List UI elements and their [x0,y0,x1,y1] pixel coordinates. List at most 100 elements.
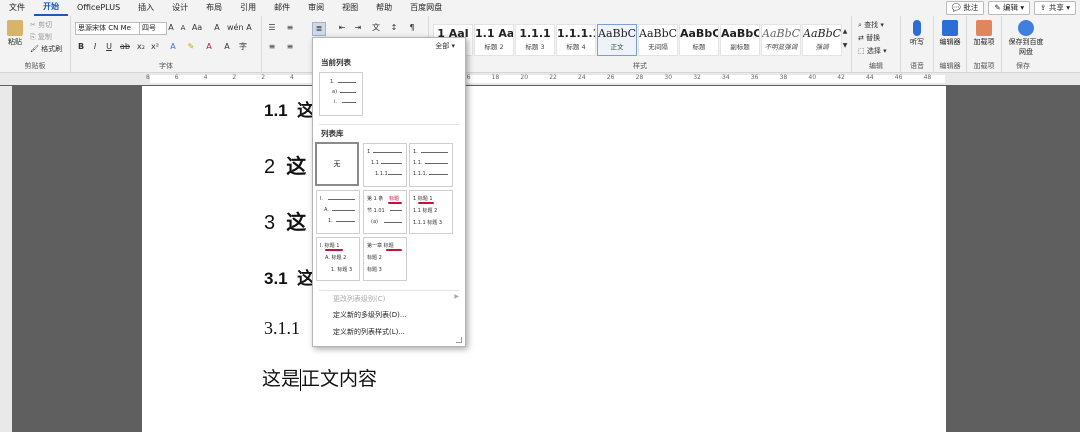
subscript-icon[interactable]: x₂ [135,41,147,53]
heading-2[interactable]: 2 这 [264,150,306,179]
multilevel-list-icon[interactable]: ≣ [312,22,326,36]
clear-format-icon[interactable]: A [211,22,223,34]
heading-text: 这 [286,156,307,178]
copy-button[interactable]: ⎘ 复制 [30,32,52,42]
thumb-highlight [386,249,402,251]
dictate-button[interactable]: 听写 [905,20,929,47]
comment-button[interactable]: 💬 批注 [945,1,985,15]
list-lib-3[interactable]: I. A. 1. [316,190,360,234]
heading-3-1-1[interactable]: 3.1.1 [264,318,300,339]
resize-grip-icon[interactable] [456,337,462,343]
style-heading2[interactable]: 1.1 Aa 标题 2 [474,24,514,56]
font-size-select[interactable]: 四号 [139,22,167,35]
paste-button[interactable]: 粘贴 [4,20,26,47]
horizontal-ruler[interactable]: 8642246810121416182022242628303234363840… [0,73,1080,85]
style-title[interactable]: AaBbC 标题 [679,24,719,56]
font-name-select[interactable]: 思源宋体 CN Me [75,22,141,35]
enclose-char-icon[interactable]: 字 [237,41,249,53]
sort-icon[interactable]: ↕ [388,22,400,34]
voice-group-label: 语音 [910,62,924,70]
vertical-ruler[interactable] [0,86,12,432]
tab-file[interactable]: 文件 [0,0,34,16]
style-normal[interactable]: AaBbC 正文 [597,24,637,56]
share-button[interactable]: ⇪ 共享 ▾ [1034,1,1076,15]
styles-more-icon[interactable]: ▼ [839,40,851,52]
heading-3-1[interactable]: 3.1 这 [264,264,314,289]
format-painter-label: 格式刷 [41,45,63,53]
find-button[interactable]: ⌕ 查找 ▾ [858,20,884,30]
style-preview: AaBbC [598,27,637,40]
tab-review[interactable]: 审阅 [299,0,333,16]
style-subtle-emphasis[interactable]: AaBbC 不明显强调 [761,24,801,56]
tab-baidu[interactable]: 百度网盘 [401,0,451,16]
filter-all-dropdown[interactable]: 全部 ▾ [435,41,455,51]
tab-home[interactable]: 开始 [34,0,68,16]
strikethrough-icon[interactable]: ab [119,41,131,53]
underline-icon[interactable]: U [103,41,115,53]
list-lib-2[interactable]: 1. 1.1. 1.1.1. [409,143,453,187]
heading-number: 3.1 [264,269,288,288]
style-emphasis[interactable]: AaBbC 强调 [802,24,842,56]
bold-icon[interactable]: B [75,41,87,53]
format-painter-button[interactable]: 🖌 格式刷 [30,44,62,54]
text-effect-icon[interactable]: A [167,41,179,53]
define-list-style-label: 定义新的列表样式(L)... [333,328,406,336]
align-center-icon[interactable]: ≡ [284,41,296,53]
char-shading-icon[interactable]: A [221,41,233,53]
tab-officeplus[interactable]: OfficePLUS [68,0,129,16]
list-lib-6[interactable]: I. 标题 1 A. 标题 2 1. 标题 3 [316,237,360,281]
shrink-font-icon[interactable]: A [177,22,189,34]
body-paragraph[interactable]: 这是正文内容 [262,364,377,391]
save-baidu-button[interactable]: 保存到百度网盘 [1008,20,1044,57]
highlight-icon[interactable]: ✎ [185,41,197,53]
chinese-layout-icon[interactable]: 文 [370,22,382,34]
tab-mailings[interactable]: 邮件 [265,0,299,16]
define-multilevel-list-item[interactable]: 定义新的多级列表(D)... [333,310,407,320]
select-button[interactable]: ⬚ 选择 ▾ [858,46,887,56]
list-lib-7[interactable]: 第一章 标题 标题 2 标题 3 [363,237,407,281]
style-subtitle[interactable]: AaBbC 副标题 [720,24,760,56]
list-lib-4[interactable]: 第 1 条 标题 节 1.01 (a) [363,190,407,234]
superscript-icon[interactable]: x² [149,41,161,53]
decrease-indent-icon[interactable]: ⇤ [336,22,348,34]
edit-mode-button[interactable]: ✎ 编辑 ▾ [988,1,1031,15]
tab-references[interactable]: 引用 [231,0,265,16]
tab-design[interactable]: 设计 [163,0,197,16]
tab-layout[interactable]: 布局 [197,0,231,16]
addins-button[interactable]: 加载项 [971,20,997,47]
char-border-icon[interactable]: A [243,22,255,34]
list-lib-1[interactable]: 1 1.1 1.1.1 [363,143,407,187]
bullets-icon[interactable]: ☰ [266,22,278,34]
increase-indent-icon[interactable]: ⇥ [352,22,364,34]
addins-group: 加载项 加载项 [967,16,1002,72]
thumb-line [342,102,356,103]
phonetic-icon[interactable]: wén [227,22,244,34]
change-list-level-item[interactable]: 更改列表级别(C) [333,294,385,304]
align-left-icon[interactable]: ≡ [266,41,278,53]
list-none[interactable]: 无 [315,142,359,186]
current-list-thumb[interactable]: 1. a) i. [319,72,363,116]
list-lib-5[interactable]: 1 标题 1 1.1 标题 2 1.1.1 标题 3 [409,190,453,234]
document-page[interactable]: 1.1 这 2 这 3 这 3.1 这 3.1.1 这是正文内容 [142,86,946,432]
italic-icon[interactable]: I [89,41,101,53]
show-marks-icon[interactable]: ¶ [406,22,418,34]
tab-view[interactable]: 视图 [333,0,367,16]
ruler-number: 20 [520,74,529,81]
tab-insert[interactable]: 插入 [129,0,163,16]
grow-font-icon[interactable]: A [165,22,177,34]
style-heading4[interactable]: 1.1.1.1 标题 4 [556,24,596,56]
heading-3[interactable]: 3 这 [264,206,306,235]
cut-button[interactable]: ✂ 剪切 [30,20,52,30]
style-heading3[interactable]: 1.1.1 标题 3 [515,24,555,56]
define-list-style-item[interactable]: 定义新的列表样式(L)... [333,327,405,337]
change-case-icon[interactable]: Aa [191,22,203,34]
replace-button[interactable]: ⇄ 替换 [858,33,880,43]
style-no-spacing[interactable]: AaBbC 无间隔 [638,24,678,56]
tab-help[interactable]: 帮助 [367,0,401,16]
editor-button[interactable]: 编辑器 [938,20,962,47]
heading-1-1[interactable]: 1.1 这 [264,96,314,121]
numbering-icon[interactable]: ≡ [284,22,296,34]
font-color-icon[interactable]: A [203,41,215,53]
editor-group: 编辑器 编辑器 [934,16,967,72]
styles-scroll-up-icon[interactable]: ▲ [839,26,851,38]
